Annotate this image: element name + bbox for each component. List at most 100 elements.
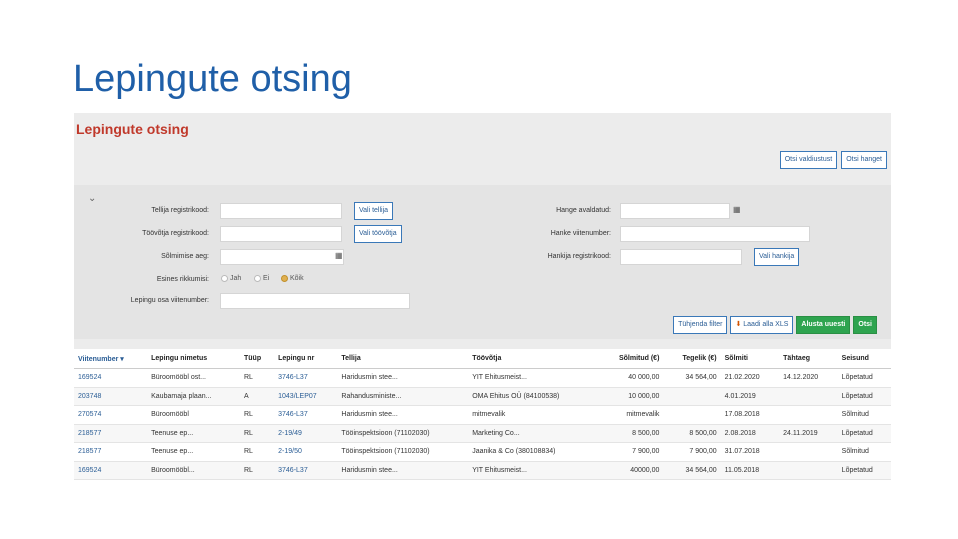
table-cell: Sõlmitud xyxy=(837,442,891,462)
table-cell: 40 000,00 xyxy=(597,368,664,388)
search-procurement-button[interactable]: Otsi hanget xyxy=(841,151,887,169)
contract-part-ref-input[interactable] xyxy=(220,293,410,309)
column-header[interactable]: Tellija xyxy=(337,349,469,369)
table-cell: 10 000,00 xyxy=(597,387,664,406)
table-cell[interactable]: 1043/LEP07 xyxy=(274,387,338,406)
calendar-icon[interactable]: ▦ xyxy=(733,205,741,214)
column-header[interactable]: Lepingu nr xyxy=(274,349,338,369)
table-cell: Rahandusministe... xyxy=(337,387,469,406)
label-client-reg: Tellija registrikood: xyxy=(151,207,209,214)
table-cell: RL xyxy=(240,461,275,480)
table-cell: Kaubamaja plaan... xyxy=(147,387,240,406)
table-cell: Büroomööbl xyxy=(147,405,240,425)
table-cell: 31.07.2018 xyxy=(720,442,780,462)
contractor-reg-input[interactable] xyxy=(220,226,342,242)
signing-date-input[interactable] xyxy=(220,249,344,265)
table-cell: 14.12.2020 xyxy=(779,368,838,388)
tender-published-input[interactable] xyxy=(620,203,730,219)
radio-all[interactable]: Kõik xyxy=(281,275,304,282)
table-row[interactable]: 203748 Kaubamaja plaan... A 1043/LEP07 Rahan… xyxy=(74,387,891,406)
results-table: Viitenumber ▾ Lepingu nimetus Tüüp Lepin… xyxy=(74,349,891,480)
table-cell[interactable]: 2-19/50 xyxy=(274,442,338,462)
slide-title: Lepingute otsing xyxy=(73,58,352,100)
table-cell: RL xyxy=(240,368,275,388)
download-xls-label: Laadi alla XLS xyxy=(743,321,789,328)
table-cell: YIT Ehitusmeist... xyxy=(468,461,598,480)
table-cell: Jaanika & Co (380108834) xyxy=(468,442,598,462)
page-title: Lepingute otsing xyxy=(76,121,189,137)
start-over-button[interactable]: Alusta uuesti xyxy=(796,316,851,334)
table-cell: 24.11.2019 xyxy=(779,424,838,443)
table-cell: 21.02.2020 xyxy=(720,368,780,388)
download-xls-button[interactable]: ⬇ Laadi alla XLS xyxy=(730,316,794,334)
radio-yes-dot[interactable] xyxy=(221,275,228,282)
search-tender-notice-button[interactable]: Otsi valdiustust xyxy=(779,151,838,169)
column-header[interactable]: Viitenumber ▾ xyxy=(74,349,148,369)
table-row[interactable]: 218577 Teenuse ep... RL 2-19/49 Tööinspektsi… xyxy=(74,424,891,443)
procurer-reg-input[interactable] xyxy=(620,249,742,265)
table-cell: Tööinspektsioon (71102030) xyxy=(337,442,469,462)
table-cell: mitmevalik xyxy=(597,405,664,425)
table-cell: 40000,00 xyxy=(597,461,664,480)
table-cell: 11.05.2018 xyxy=(720,461,780,480)
results-table-container: Viitenumber ▾ Lepingu nimetus Tüüp Lepin… xyxy=(74,349,891,483)
select-client-button[interactable]: Vali tellija xyxy=(354,202,394,220)
client-reg-input[interactable] xyxy=(220,203,342,219)
column-header[interactable]: Sõlmiti xyxy=(720,349,780,369)
table-row[interactable]: 169524 Büroomööbl ost... RL 3746-L37 Haridus… xyxy=(74,368,891,388)
table-row[interactable]: 169524 Büroomööbl... RL 3746-L37 Haridusmin … xyxy=(74,461,891,480)
table-cell: 8 500,00 xyxy=(663,424,721,443)
table-cell: Haridusmin stee... xyxy=(337,461,469,480)
search-button[interactable]: Otsi xyxy=(853,316,877,334)
table-cell: Lõpetatud xyxy=(837,424,891,443)
table-cell: Haridusmin stee... xyxy=(337,368,469,388)
table-cell xyxy=(663,387,721,406)
table-cell: Marketing Co... xyxy=(468,424,598,443)
clear-filter-button[interactable]: Tühjenda filter xyxy=(673,316,728,334)
contract-search-app: Lepingute otsing Otsi valdiustust Otsi h… xyxy=(74,113,891,483)
table-cell: 4.01.2019 xyxy=(720,387,780,406)
table-row[interactable]: 270574 Büroomööbl RL 3746-L37 Haridusmin ste… xyxy=(74,405,891,425)
table-cell[interactable]: 3746-L37 xyxy=(274,405,338,425)
table-cell[interactable]: 218577 xyxy=(74,424,148,443)
table-cell[interactable]: 270574 xyxy=(74,405,148,425)
chevron-down-icon[interactable]: ⌄ xyxy=(88,193,96,204)
column-header[interactable]: Tegelik (€) xyxy=(663,349,721,369)
table-cell[interactable]: 3746-L37 xyxy=(274,368,338,388)
select-contractor-button[interactable]: Vali töövõtja xyxy=(354,225,402,243)
tender-ref-input[interactable] xyxy=(620,226,810,242)
radio-all-label: Kõik xyxy=(290,275,304,282)
table-cell xyxy=(779,461,838,480)
table-cell: Tööinspektsioon (71102030) xyxy=(337,424,469,443)
calendar-icon[interactable]: ▦ xyxy=(335,251,343,260)
table-cell[interactable]: 2-19/49 xyxy=(274,424,338,443)
table-cell[interactable]: 218577 xyxy=(74,442,148,462)
table-cell[interactable]: 169524 xyxy=(74,461,148,480)
table-cell: Sõlmitud xyxy=(837,405,891,425)
table-cell[interactable]: 3746-L37 xyxy=(274,461,338,480)
table-cell: Teenuse ep... xyxy=(147,442,240,462)
column-header[interactable]: Seisund xyxy=(837,349,891,369)
table-cell: YIT Ehitusmeist... xyxy=(468,368,598,388)
table-cell: Lõpetatud xyxy=(837,387,891,406)
select-procurer-button[interactable]: Vali hankija xyxy=(754,248,800,266)
column-header[interactable]: Sõlmitud (€) xyxy=(597,349,664,369)
radio-all-dot[interactable] xyxy=(281,275,288,282)
table-cell xyxy=(779,442,838,462)
radio-yes[interactable]: Jah xyxy=(221,275,241,282)
radio-no-dot[interactable] xyxy=(254,275,261,282)
column-header[interactable]: Töövõtja xyxy=(468,349,598,369)
column-header[interactable]: Lepingu nimetus xyxy=(147,349,240,369)
column-header[interactable]: Tüüp xyxy=(240,349,275,369)
table-cell[interactable]: 203748 xyxy=(74,387,148,406)
table-row[interactable]: 218577 Teenuse ep... RL 2-19/50 Tööinspektsi… xyxy=(74,442,891,462)
table-cell: RL xyxy=(240,442,275,462)
radio-no[interactable]: Ei xyxy=(254,275,269,282)
table-cell: Büroomööbl ost... xyxy=(147,368,240,388)
table-cell: mitmevalik xyxy=(468,405,598,425)
label-tender-published: Hange avaldatud: xyxy=(556,207,611,214)
column-header[interactable]: Tähtaeg xyxy=(779,349,838,369)
table-cell: 2.08.2018 xyxy=(720,424,780,443)
table-cell[interactable]: 169524 xyxy=(74,368,148,388)
label-contractor-reg: Töövõtja registrikood: xyxy=(142,230,209,237)
